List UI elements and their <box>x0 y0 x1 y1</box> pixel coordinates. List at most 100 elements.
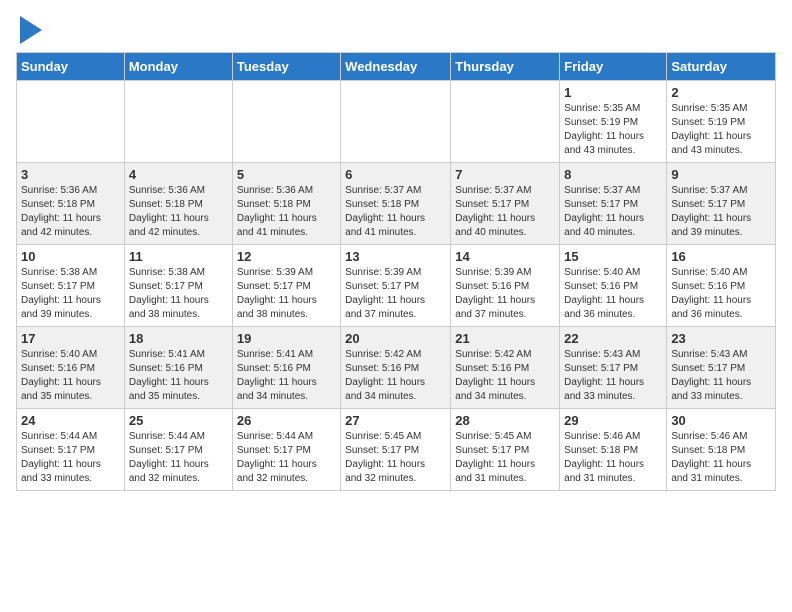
week-row-1: 1 Sunrise: 5:35 AM Sunset: 5:19 PM Daylig… <box>17 81 776 163</box>
day-details: Sunrise: 5:37 AM Sunset: 5:17 PM Dayligh… <box>671 184 771 240</box>
day-number: 8 <box>564 167 662 182</box>
calendar-cell: 14 Sunrise: 5:39 AM Sunset: 5:16 PM Dayli… <box>451 245 560 327</box>
calendar-cell: 27Sunrise: 5:45 AM Sunset: 5:17 PM Dayli… <box>341 409 451 491</box>
calendar-cell: 26Sunrise: 5:44 AM Sunset: 5:17 PM Dayli… <box>232 409 340 491</box>
calendar-cell: 19 Sunrise: 5:41 AM Sunset: 5:16 PM Dayli… <box>232 327 340 409</box>
calendar-cell: 5 Sunrise: 5:36 AM Sunset: 5:18 PM Daylig… <box>232 163 340 245</box>
calendar-cell: 18Sunrise: 5:41 AM Sunset: 5:16 PM Dayli… <box>124 327 232 409</box>
calendar-cell: 21Sunrise: 5:42 AM Sunset: 5:16 PM Dayli… <box>451 327 560 409</box>
calendar-header: SundayMondayTuesdayWednesdayThursdayFrid… <box>17 53 776 81</box>
day-number: 5 <box>237 167 336 182</box>
day-number: 23 <box>671 331 771 346</box>
day-header-monday: Monday <box>124 53 232 81</box>
calendar-cell: 25Sunrise: 5:44 AM Sunset: 5:17 PM Dayli… <box>124 409 232 491</box>
week-row-3: 10 Sunrise: 5:38 AM Sunset: 5:17 PM Dayli… <box>17 245 776 327</box>
day-details: Sunrise: 5:46 AM Sunset: 5:18 PM Dayligh… <box>671 430 771 486</box>
day-details: Sunrise: 5:46 AM Sunset: 5:18 PM Dayligh… <box>564 430 662 486</box>
day-number: 22 <box>564 331 662 346</box>
day-details: Sunrise: 5:41 AM Sunset: 5:16 PM Dayligh… <box>129 348 228 404</box>
day-number: 2 <box>671 85 771 100</box>
day-number: 10 <box>21 249 120 264</box>
logo <box>16 16 42 44</box>
day-details: Sunrise: 5:37 AM Sunset: 5:17 PM Dayligh… <box>564 184 662 240</box>
calendar-cell: 22 Sunrise: 5:43 AM Sunset: 5:17 PM Dayli… <box>560 327 667 409</box>
day-details: Sunrise: 5:45 AM Sunset: 5:17 PM Dayligh… <box>345 430 446 486</box>
day-header-wednesday: Wednesday <box>341 53 451 81</box>
day-number: 4 <box>129 167 228 182</box>
calendar-cell: 9 Sunrise: 5:37 AM Sunset: 5:17 PM Daylig… <box>667 163 776 245</box>
day-header-tuesday: Tuesday <box>232 53 340 81</box>
day-details: Sunrise: 5:39 AM Sunset: 5:16 PM Dayligh… <box>455 266 555 322</box>
day-details: Sunrise: 5:35 AM Sunset: 5:19 PM Dayligh… <box>564 102 662 158</box>
day-details: Sunrise: 5:41 AM Sunset: 5:16 PM Dayligh… <box>237 348 336 404</box>
day-details: Sunrise: 5:44 AM Sunset: 5:17 PM Dayligh… <box>21 430 120 486</box>
calendar-cell: 29 Sunrise: 5:46 AM Sunset: 5:18 PM Dayli… <box>560 409 667 491</box>
calendar-table: SundayMondayTuesdayWednesdayThursdayFrid… <box>16 52 776 491</box>
day-details: Sunrise: 5:38 AM Sunset: 5:17 PM Dayligh… <box>129 266 228 322</box>
day-number: 13 <box>345 249 446 264</box>
calendar-cell: 11 Sunrise: 5:38 AM Sunset: 5:17 PM Dayli… <box>124 245 232 327</box>
day-details: Sunrise: 5:40 AM Sunset: 5:16 PM Dayligh… <box>564 266 662 322</box>
day-number: 6 <box>345 167 446 182</box>
calendar-cell: 3 Sunrise: 5:36 AM Sunset: 5:18 PM Daylig… <box>17 163 125 245</box>
calendar-cell: 28 Sunrise: 5:45 AM Sunset: 5:17 PM Dayli… <box>451 409 560 491</box>
day-number: 17 <box>21 331 120 346</box>
day-number: 12 <box>237 249 336 264</box>
calendar-cell: 4 Sunrise: 5:36 AM Sunset: 5:18 PM Daylig… <box>124 163 232 245</box>
calendar-cell: 17 Sunrise: 5:40 AM Sunset: 5:16 PM Dayli… <box>17 327 125 409</box>
day-number: 3 <box>21 167 120 182</box>
calendar-cell: 7 Sunrise: 5:37 AM Sunset: 5:17 PM Daylig… <box>451 163 560 245</box>
day-details: Sunrise: 5:39 AM Sunset: 5:17 PM Dayligh… <box>237 266 336 322</box>
calendar-cell: 23 Sunrise: 5:43 AM Sunset: 5:17 PM Dayli… <box>667 327 776 409</box>
day-details: Sunrise: 5:40 AM Sunset: 5:16 PM Dayligh… <box>671 266 771 322</box>
calendar-cell: 30 Sunrise: 5:46 AM Sunset: 5:18 PM Dayli… <box>667 409 776 491</box>
day-number: 30 <box>671 413 771 428</box>
day-number: 14 <box>455 249 555 264</box>
day-details: Sunrise: 5:37 AM Sunset: 5:17 PM Dayligh… <box>455 184 555 240</box>
day-number: 25 <box>129 413 228 428</box>
calendar-body: 1 Sunrise: 5:35 AM Sunset: 5:19 PM Daylig… <box>17 81 776 491</box>
page-header <box>16 16 776 44</box>
calendar-cell: 12 Sunrise: 5:39 AM Sunset: 5:17 PM Dayli… <box>232 245 340 327</box>
day-details: Sunrise: 5:36 AM Sunset: 5:18 PM Dayligh… <box>21 184 120 240</box>
day-number: 15 <box>564 249 662 264</box>
day-details: Sunrise: 5:38 AM Sunset: 5:17 PM Dayligh… <box>21 266 120 322</box>
day-number: 7 <box>455 167 555 182</box>
day-details: Sunrise: 5:37 AM Sunset: 5:18 PM Dayligh… <box>345 184 446 240</box>
calendar-cell: 24Sunrise: 5:44 AM Sunset: 5:17 PM Dayli… <box>17 409 125 491</box>
week-row-2: 3 Sunrise: 5:36 AM Sunset: 5:18 PM Daylig… <box>17 163 776 245</box>
day-number: 29 <box>564 413 662 428</box>
day-details: Sunrise: 5:36 AM Sunset: 5:18 PM Dayligh… <box>129 184 228 240</box>
calendar-cell <box>451 81 560 163</box>
calendar-cell: 16Sunrise: 5:40 AM Sunset: 5:16 PM Dayli… <box>667 245 776 327</box>
week-row-5: 24Sunrise: 5:44 AM Sunset: 5:17 PM Dayli… <box>17 409 776 491</box>
day-details: Sunrise: 5:39 AM Sunset: 5:17 PM Dayligh… <box>345 266 446 322</box>
day-details: Sunrise: 5:40 AM Sunset: 5:16 PM Dayligh… <box>21 348 120 404</box>
calendar-cell: 20Sunrise: 5:42 AM Sunset: 5:16 PM Dayli… <box>341 327 451 409</box>
day-details: Sunrise: 5:36 AM Sunset: 5:18 PM Dayligh… <box>237 184 336 240</box>
day-details: Sunrise: 5:43 AM Sunset: 5:17 PM Dayligh… <box>564 348 662 404</box>
calendar-cell <box>17 81 125 163</box>
calendar-cell: 13 Sunrise: 5:39 AM Sunset: 5:17 PM Dayli… <box>341 245 451 327</box>
day-details: Sunrise: 5:42 AM Sunset: 5:16 PM Dayligh… <box>455 348 555 404</box>
calendar-cell: 10 Sunrise: 5:38 AM Sunset: 5:17 PM Dayli… <box>17 245 125 327</box>
day-details: Sunrise: 5:45 AM Sunset: 5:17 PM Dayligh… <box>455 430 555 486</box>
day-details: Sunrise: 5:44 AM Sunset: 5:17 PM Dayligh… <box>237 430 336 486</box>
calendar-cell <box>124 81 232 163</box>
day-number: 1 <box>564 85 662 100</box>
day-number: 28 <box>455 413 555 428</box>
day-details: Sunrise: 5:43 AM Sunset: 5:17 PM Dayligh… <box>671 348 771 404</box>
day-details: Sunrise: 5:42 AM Sunset: 5:16 PM Dayligh… <box>345 348 446 404</box>
calendar-cell <box>341 81 451 163</box>
day-number: 11 <box>129 249 228 264</box>
day-header-thursday: Thursday <box>451 53 560 81</box>
day-number: 9 <box>671 167 771 182</box>
calendar-cell: 1 Sunrise: 5:35 AM Sunset: 5:19 PM Daylig… <box>560 81 667 163</box>
calendar-cell: 2Sunrise: 5:35 AM Sunset: 5:19 PM Daylig… <box>667 81 776 163</box>
calendar-cell: 6 Sunrise: 5:37 AM Sunset: 5:18 PM Daylig… <box>341 163 451 245</box>
day-header-friday: Friday <box>560 53 667 81</box>
calendar-cell <box>232 81 340 163</box>
day-number: 19 <box>237 331 336 346</box>
calendar-cell: 8 Sunrise: 5:37 AM Sunset: 5:17 PM Daylig… <box>560 163 667 245</box>
calendar-cell: 15 Sunrise: 5:40 AM Sunset: 5:16 PM Dayli… <box>560 245 667 327</box>
